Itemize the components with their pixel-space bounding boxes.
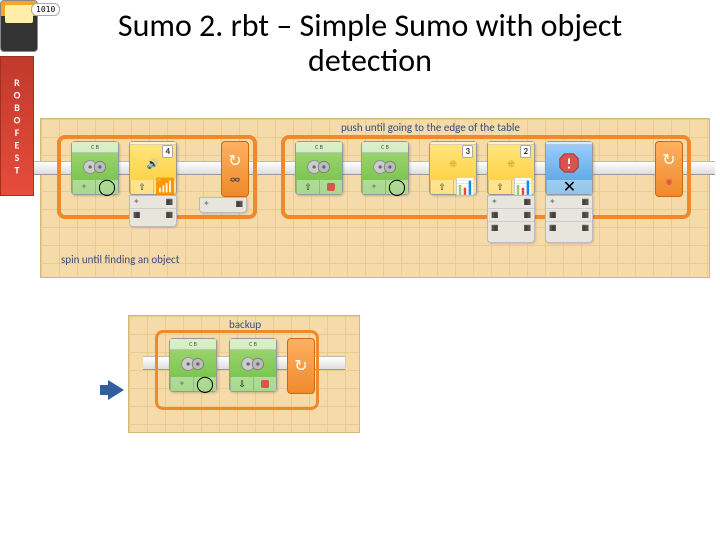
arrow-up-icon: ⇧ [488,180,511,194]
circular-icon: ◯ [385,180,408,194]
move-block-back-2[interactable]: C B ⇩ [229,338,277,392]
stop-block[interactable]: ✕ [545,141,593,195]
arrow-up-icon: ⇧ [430,180,453,194]
stop-config-panel[interactable]: ▦ ▦▦ ▦▦ [545,195,593,243]
wait-block-light-1[interactable]: 3 ⇧📊 [429,141,477,195]
move-block-1[interactable]: C B ◯ [71,141,119,195]
loop-end-spin[interactable]: ↻ ∞ [221,141,249,197]
gear-icon [170,350,216,377]
robot-icon: 1010 [0,0,38,52]
sparkle-icon [133,197,140,207]
level-icon: 📊 [453,180,476,194]
port-label: C B [230,339,276,350]
stop-sign-icon [546,145,592,180]
sparkle-icon [179,379,186,389]
reload-icon: ↻ [228,151,241,171]
stop-icon [327,183,335,191]
circular-icon: ◯ [95,180,118,194]
gear-icon [230,350,276,377]
cross-icon: ✕ [546,180,592,194]
label-push: push until going to the edge of the tabl… [341,121,520,134]
sidebar: 1010 ROBOFEST [0,0,40,280]
sparkle-icon [203,199,210,209]
port-label: C B [72,142,118,153]
reload-icon: ↻ [662,150,675,170]
level-icon: 📊 [511,180,534,194]
arrow-right-icon [108,380,124,400]
light-icon [430,145,476,180]
arrow-up-icon: ⇧ [130,180,153,194]
sound-level-icon: 📶 [153,180,176,194]
sparkle-icon [81,182,88,192]
wait-block-light-2[interactable]: 2 ⇧📊 [487,141,535,195]
wait-config-panel-2[interactable]: ▦ ▦▦ ▦▦ [487,195,535,243]
reload-icon: ↻ [294,356,307,376]
backup-frame-end[interactable]: ↻ [287,338,315,394]
circular-icon: ◯ [193,377,216,391]
arrow-up-icon: ⇧ [296,180,319,194]
gear-icon [296,153,342,180]
loop-config-panel[interactable]: ▦ [199,197,247,213]
move-block-3[interactable]: C B ◯ [361,141,409,195]
sparkle-icon [371,182,378,192]
speech-bubble: 1010 [31,3,60,16]
stop-icon [261,380,269,388]
loop-end-push[interactable]: ↻ [655,141,683,197]
robofest-logo: ROBOFEST [0,56,34,196]
page-title: Sumo 2. rbt – Simple Sumo with object de… [70,8,670,78]
sparkle-icon [549,197,556,207]
move-block-back-1[interactable]: C B ◯ [169,338,217,392]
program-strip-backup: backup C B ◯ C B ⇩ ↻ [128,315,360,433]
move-block-2[interactable]: C B ⇧ [295,141,343,195]
infinity-icon: ∞ [230,173,240,187]
program-strip-main: push until going to the edge of the tabl… [40,118,710,278]
sparkle-icon [491,197,498,207]
port-label: C B [362,142,408,153]
port-label: C B [170,339,216,350]
sound-icon [130,145,176,180]
gear-icon [72,153,118,180]
light-icon [488,145,534,180]
port-label: C B [296,142,342,153]
wait-block-sound[interactable]: 4 ⇧📶 [129,141,177,195]
wait-config-panel[interactable]: ▦ ▦▦ [129,195,177,227]
gear-icon [362,153,408,180]
label-spin: spin until finding an object [61,253,179,266]
touch-sensor-icon [666,170,673,189]
